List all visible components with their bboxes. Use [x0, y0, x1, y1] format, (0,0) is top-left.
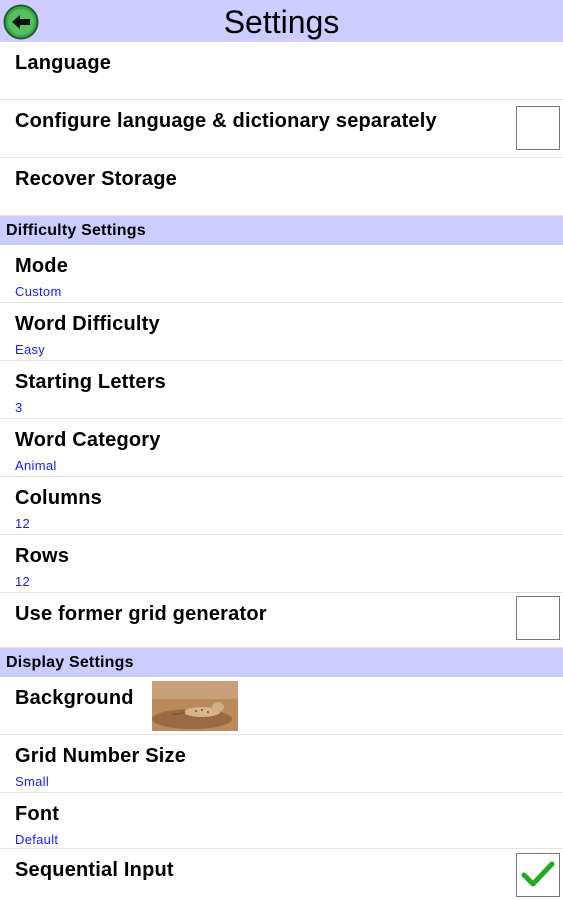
- setting-starting-letters[interactable]: Starting Letters 3: [0, 361, 563, 419]
- setting-former-grid-generator[interactable]: Use former grid generator: [0, 593, 563, 648]
- setting-label: Word Difficulty: [15, 313, 160, 335]
- section-header-difficulty: Difficulty Settings: [0, 216, 563, 245]
- setting-sequential-input[interactable]: Sequential Input: [0, 849, 563, 900]
- setting-configure-language-dictionary[interactable]: Configure language & dictionary separate…: [0, 100, 563, 158]
- setting-value: Custom: [15, 284, 62, 299]
- setting-value: Small: [15, 774, 50, 789]
- former-grid-generator-checkbox[interactable]: [516, 596, 560, 640]
- cheetah-background-image[interactable]: [152, 681, 238, 731]
- setting-value: Easy: [15, 342, 46, 357]
- setting-columns[interactable]: Columns 12: [0, 477, 563, 535]
- setting-font[interactable]: Font Default: [0, 793, 563, 849]
- setting-value: Animal: [15, 458, 57, 473]
- cheetah-thumbnail-art: [152, 681, 238, 731]
- setting-rows[interactable]: Rows 12: [0, 535, 563, 593]
- sequential-input-checkbox[interactable]: [516, 853, 560, 897]
- setting-label: Word Category: [15, 429, 161, 451]
- setting-background[interactable]: Background: [0, 677, 563, 735]
- setting-grid-number-size[interactable]: Grid Number Size Small: [0, 735, 563, 793]
- section-header-display: Display Settings: [0, 648, 563, 677]
- setting-value: 3: [15, 400, 23, 415]
- setting-label: Use former grid generator: [15, 603, 267, 625]
- setting-label: Font: [15, 803, 60, 825]
- setting-value: Default: [15, 832, 59, 847]
- title-bar: Settings: [0, 0, 563, 42]
- setting-value: 12: [15, 516, 31, 531]
- section-title: Display Settings: [6, 654, 134, 671]
- setting-label: Mode: [15, 255, 69, 277]
- setting-label: Starting Letters: [15, 371, 167, 393]
- setting-mode[interactable]: Mode Custom: [0, 245, 563, 303]
- setting-word-difficulty[interactable]: Word Difficulty Easy: [0, 303, 563, 361]
- setting-label: Language: [15, 52, 112, 74]
- setting-language[interactable]: Language: [0, 42, 563, 100]
- setting-label: Configure language & dictionary separate…: [15, 110, 437, 132]
- configure-language-checkbox[interactable]: [516, 106, 560, 150]
- setting-label: Background: [15, 687, 134, 709]
- setting-value: 12: [15, 574, 31, 589]
- setting-word-category[interactable]: Word Category Animal: [0, 419, 563, 477]
- setting-label: Columns: [15, 487, 102, 509]
- setting-label: Grid Number Size: [15, 745, 187, 767]
- page-title: Settings: [223, 4, 340, 40]
- checkmark-icon: [521, 861, 555, 887]
- setting-recover-storage[interactable]: Recover Storage: [0, 158, 563, 216]
- setting-label: Sequential Input: [15, 859, 174, 881]
- setting-label: Recover Storage: [15, 168, 177, 190]
- setting-label: Rows: [15, 545, 70, 567]
- section-title: Difficulty Settings: [6, 222, 146, 239]
